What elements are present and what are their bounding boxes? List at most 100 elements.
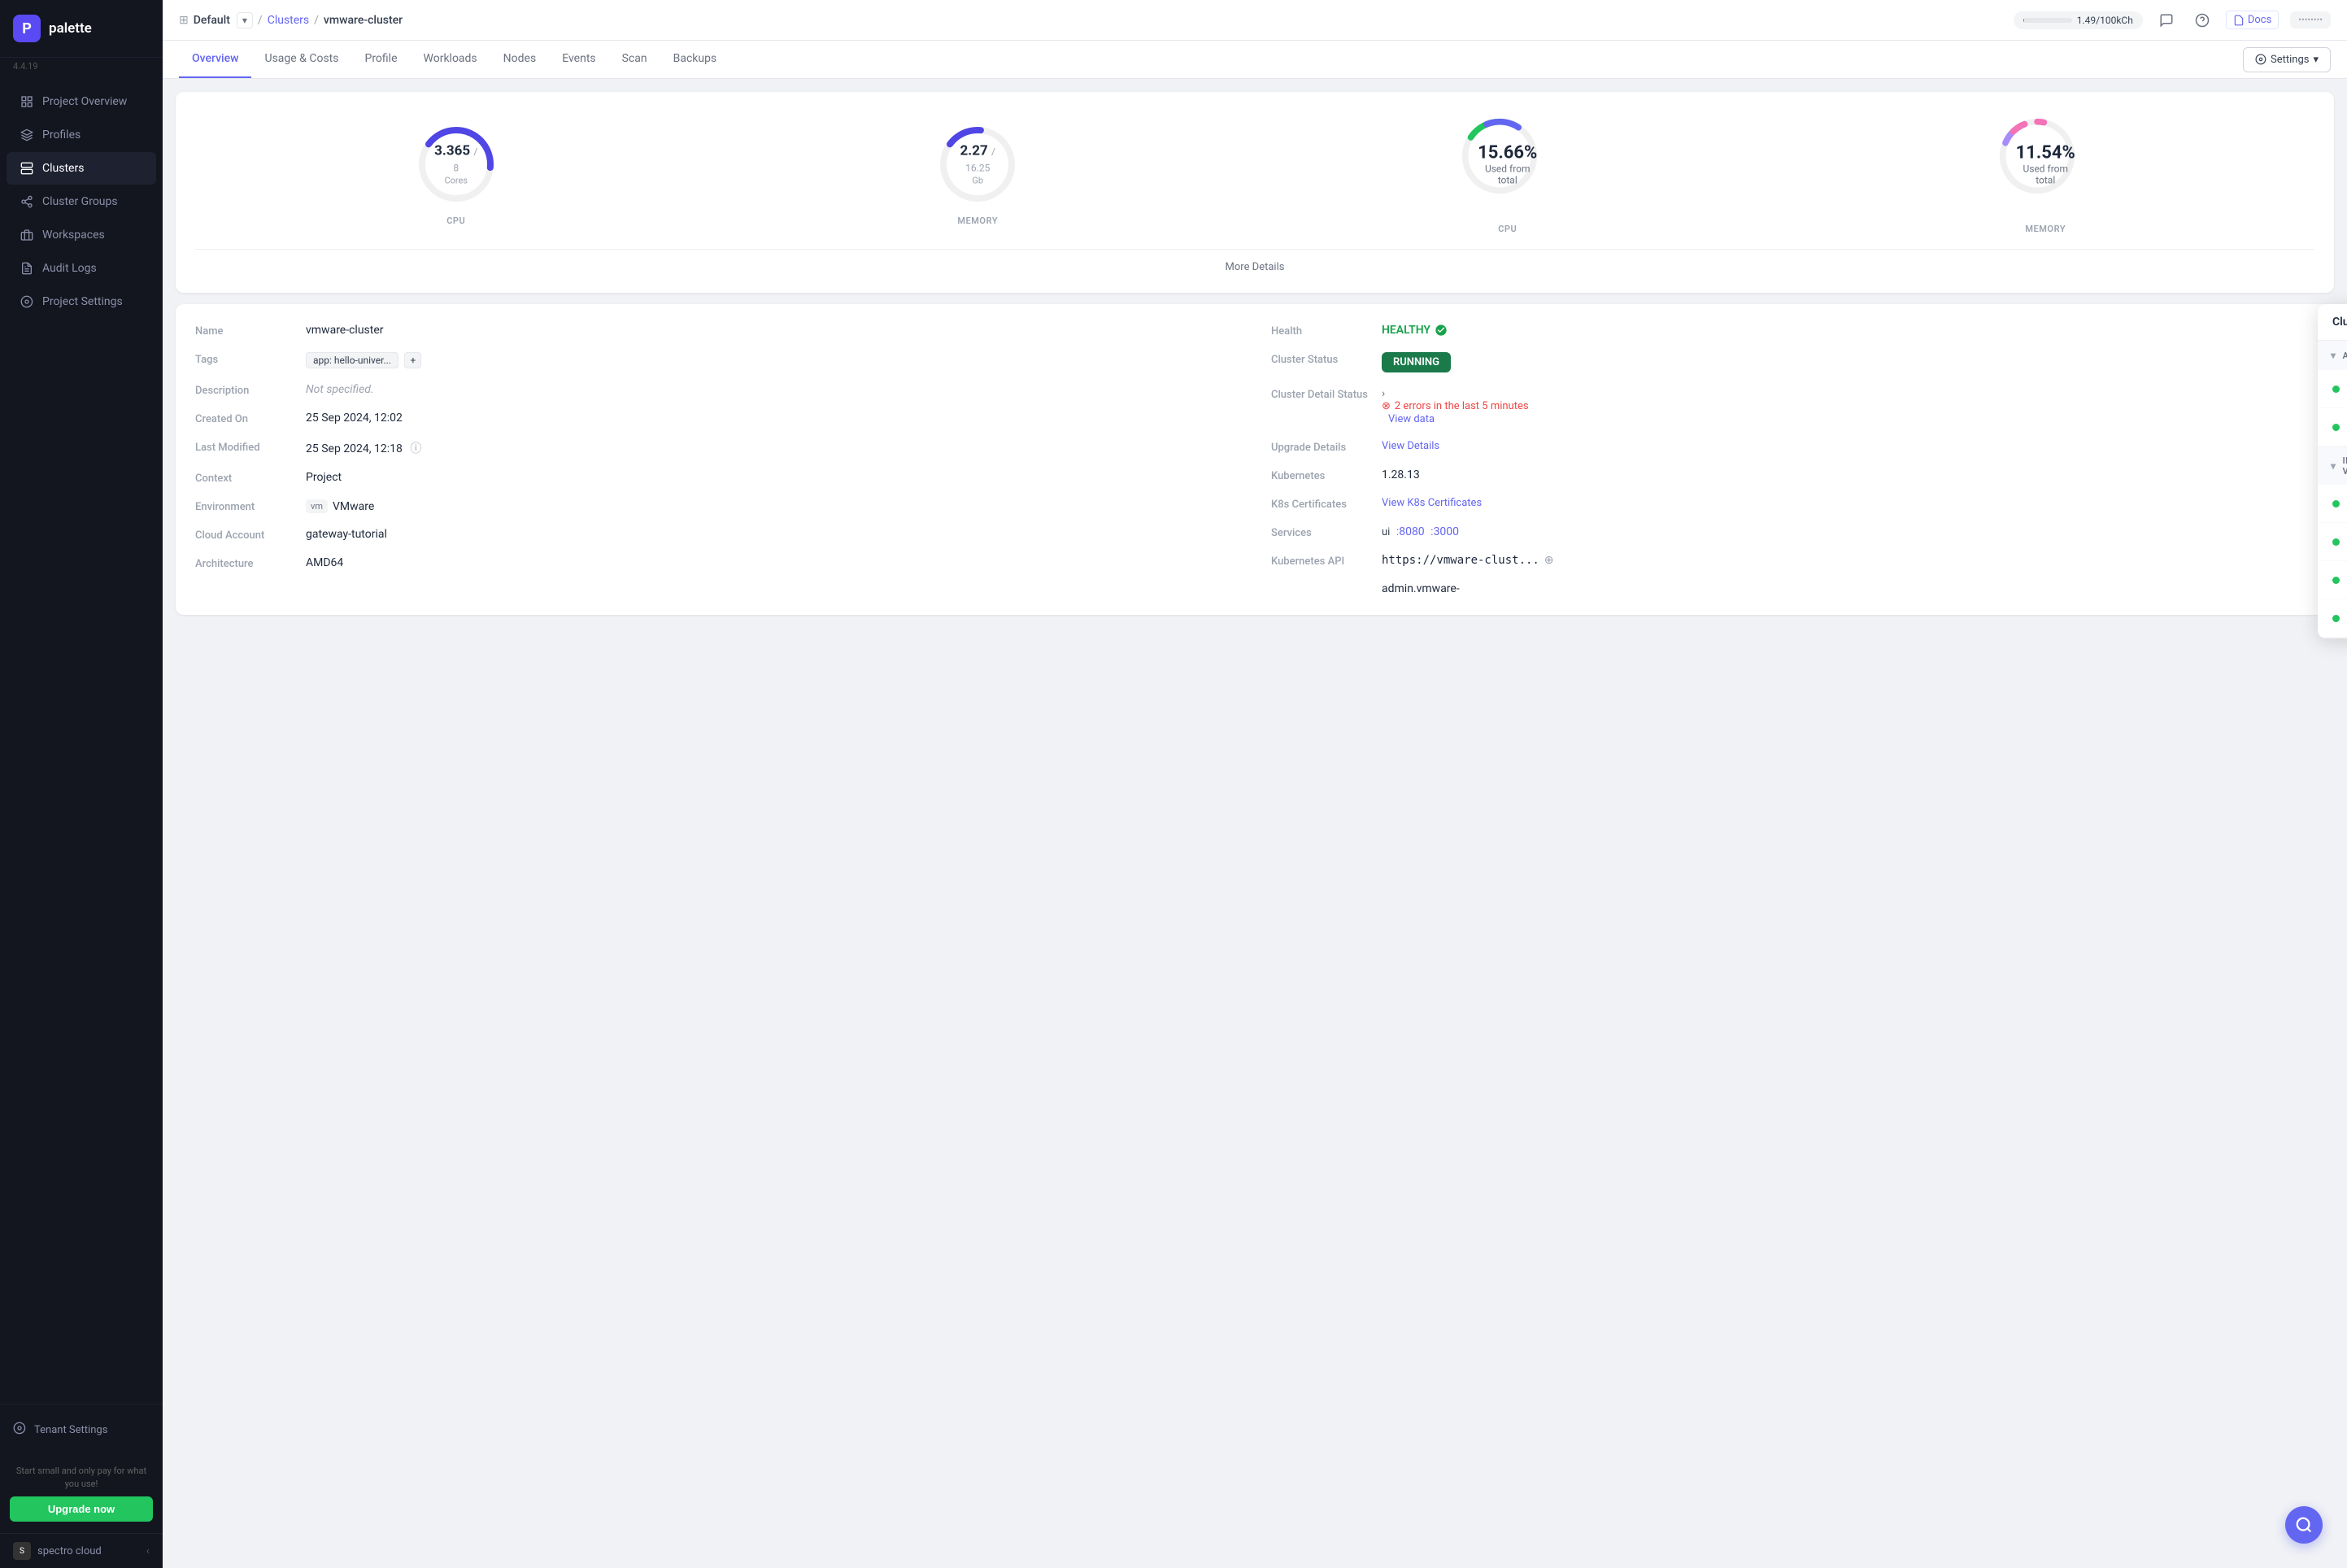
- sidebar-item-audit-logs[interactable]: Audit Logs: [7, 252, 156, 285]
- sidebar-item-profiles[interactable]: Profiles: [7, 119, 156, 151]
- profile-ubuntu[interactable]: 🐧 Ubuntu 22.04 ›: [2318, 599, 2347, 638]
- mem-percent-donut: 11.54% Used from total: [1992, 111, 2098, 217]
- desc-label: Description: [195, 383, 293, 397]
- sidebar-item-project-settings[interactable]: Project Settings: [7, 285, 156, 318]
- sidebar-item-label: Project Settings: [42, 295, 123, 308]
- workspace-dropdown[interactable]: ▾: [237, 12, 253, 28]
- tab-profile[interactable]: Profile: [351, 41, 410, 78]
- clusters-breadcrumb[interactable]: Clusters: [268, 14, 309, 27]
- tab-usage-costs[interactable]: Usage & Costs: [251, 41, 351, 78]
- cpu-percent-center: 15.66% Used from total: [1478, 143, 1537, 186]
- spectro-footer: S spectro cloud ‹: [0, 1533, 163, 1568]
- more-details-link[interactable]: More Details: [195, 249, 2314, 273]
- detail-arch-row: Architecture AMD64: [195, 556, 1239, 570]
- search-fab-button[interactable]: [2285, 1506, 2323, 1544]
- breadcrumb: ⊞ Default ▾ / Clusters / vmware-cluster: [179, 12, 403, 28]
- detail-status-label: Cluster Detail Status: [1271, 387, 1369, 401]
- k8s-cert-link[interactable]: View K8s Certificates: [1382, 497, 1482, 509]
- tab-nodes[interactable]: Nodes: [490, 41, 550, 78]
- name-value: vmware-cluster: [306, 324, 384, 337]
- upgrade-section: Start small and only pay for what you us…: [0, 1455, 163, 1533]
- sidebar-item-label: Tenant Settings: [34, 1424, 107, 1436]
- profile-calico[interactable]: 🦀 Calico 3.27.2 ›: [2318, 523, 2347, 561]
- expand-icon[interactable]: ›: [1382, 387, 1385, 400]
- tag-plus: +: [404, 352, 421, 368]
- cluster-profiles-panel: Cluster Profiles ▾ ADDON PROFILE TF-VMWA…: [2318, 304, 2347, 638]
- cpu-used-label: Used from total: [1478, 163, 1537, 186]
- status-dot: [2332, 615, 2340, 622]
- current-cluster-breadcrumb: vmware-cluster: [324, 14, 403, 27]
- sidebar-item-cluster-groups[interactable]: Cluster Groups: [7, 185, 156, 218]
- sidebar-item-workspaces[interactable]: Workspaces: [7, 219, 156, 251]
- profile-palette-k8s[interactable]: ✳️ Palette eXtended Kubernetes 1.28.13 ›: [2318, 561, 2347, 599]
- infra-profile-header[interactable]: ▾ INFRASTRUCTURE PROFILE TF-VMWARE-PROFI…: [2318, 447, 2347, 485]
- view-data-link[interactable]: View data: [1388, 413, 1435, 425]
- help-icon-button[interactable]: [2190, 8, 2214, 33]
- user-menu[interactable]: ••••••••: [2290, 11, 2331, 28]
- sidebar-item-tenant-settings[interactable]: Tenant Settings: [7, 1414, 156, 1445]
- tab-workloads[interactable]: Workloads: [411, 41, 490, 78]
- context-value: Project: [306, 471, 342, 484]
- detail-tags-row: Tags app: hello-univer... +: [195, 352, 1239, 368]
- status-dot: [2332, 424, 2340, 431]
- port1-link[interactable]: :8080: [1396, 525, 1425, 538]
- detail-grid: Name vmware-cluster Tags app: hello-univ…: [195, 324, 2314, 595]
- sidebar-item-label: Clusters: [42, 162, 84, 175]
- docs-button[interactable]: Docs: [2226, 11, 2279, 29]
- breadcrumb-separator-1: /: [258, 14, 263, 27]
- content-area: 3.365 / 8 Cores CPU: [163, 79, 2347, 1568]
- mem-value: 2.27: [960, 143, 988, 159]
- infra-profile-group: ▾ INFRASTRUCTURE PROFILE TF-VMWARE-PROFI…: [2318, 447, 2347, 638]
- status-dot: [2332, 538, 2340, 546]
- addon-profile-group: ▾ ADDON PROFILE TF-VMWARE-PROFILE 🔗 PROJ…: [2318, 341, 2347, 447]
- tab-scan[interactable]: Scan: [609, 41, 660, 78]
- copy-icon[interactable]: ⊕: [1544, 554, 1554, 567]
- settings-button[interactable]: Settings ▾: [2243, 47, 2331, 72]
- created-label: Created On: [195, 412, 293, 425]
- port2-link[interactable]: :3000: [1430, 525, 1459, 538]
- detail-env-row: Environment vm VMware: [195, 499, 1239, 513]
- chat-icon-button[interactable]: [2154, 8, 2179, 33]
- detail-admin-row: admin.vmware-: [1271, 582, 2314, 595]
- sidebar: P palette 4.4.19 Project Overview Profil…: [0, 0, 163, 1568]
- sidebar-item-clusters[interactable]: Clusters: [7, 152, 156, 185]
- status-label: Cluster Status: [1271, 352, 1369, 366]
- logo-icon: P: [13, 15, 41, 42]
- chevron-down-icon: ▾: [2331, 460, 2336, 472]
- upgrade-button[interactable]: Upgrade now: [10, 1496, 153, 1522]
- topbar: ⊞ Default ▾ / Clusters / vmware-cluster …: [163, 0, 2347, 41]
- profile-metallb[interactable]: ⚙️ MetalLB (Helm) 0.14.8 ›: [2318, 408, 2347, 446]
- mem-small-label: MEMORY: [957, 216, 998, 226]
- error-badge: ⊗ 2 errors in the last 5 minutes: [1382, 400, 1529, 412]
- detail-context-row: Context Project: [195, 471, 1239, 485]
- info-icon[interactable]: ⓘ: [410, 442, 421, 455]
- cpu-value: 3.365: [434, 143, 470, 159]
- detail-right-col: Health HEALTHY Cluster Status RUNNING Cl…: [1271, 324, 2314, 595]
- sidebar-bottom: Tenant Settings: [0, 1404, 163, 1455]
- health-value: HEALTHY: [1382, 324, 1448, 337]
- k8s-cert-label: K8s Certificates: [1271, 497, 1369, 511]
- sidebar-item-label: Profiles: [42, 128, 81, 142]
- settings-2-icon: [13, 1422, 26, 1438]
- addon-profile-header[interactable]: ▾ ADDON PROFILE TF-VMWARE-PROFILE 🔗 PROJ: [2318, 341, 2347, 370]
- upgrade-label: Upgrade Details: [1271, 440, 1369, 454]
- status-value: RUNNING: [1382, 352, 1451, 372]
- overview-metrics-section: 3.365 / 8 Cores CPU: [176, 92, 2334, 293]
- profile-hello-universe[interactable]: 🚀 Hello Universe 1.2.0 ›: [2318, 370, 2347, 408]
- env-value-container: vm VMware: [306, 499, 374, 513]
- detail-services-row: Services ui :8080 :3000: [1271, 525, 2314, 539]
- profile-vsphere-csi[interactable]: vm vSphere CSI 3.1.2 ›: [2318, 485, 2347, 523]
- settings-icon: [20, 294, 34, 309]
- tab-backups[interactable]: Backups: [660, 41, 730, 78]
- mem-percent-gauge: 11.54% Used from total MEMORY: [1992, 111, 2098, 234]
- sidebar-item-label: Cluster Groups: [42, 195, 118, 208]
- tag-chip: app: hello-univer...: [306, 352, 398, 368]
- tab-overview[interactable]: Overview: [179, 41, 251, 78]
- tab-events[interactable]: Events: [549, 41, 608, 78]
- addon-profile-type: ADDON PROFILE TF-VMWARE-PROFILE: [2342, 351, 2347, 361]
- upgrade-link[interactable]: View Details: [1382, 440, 1439, 452]
- sidebar-item-project-overview[interactable]: Project Overview: [7, 85, 156, 118]
- cpu-small-center: 3.365 / 8 Cores: [433, 143, 478, 186]
- collapse-icon[interactable]: ‹: [146, 1544, 150, 1557]
- status-dot: [2332, 577, 2340, 584]
